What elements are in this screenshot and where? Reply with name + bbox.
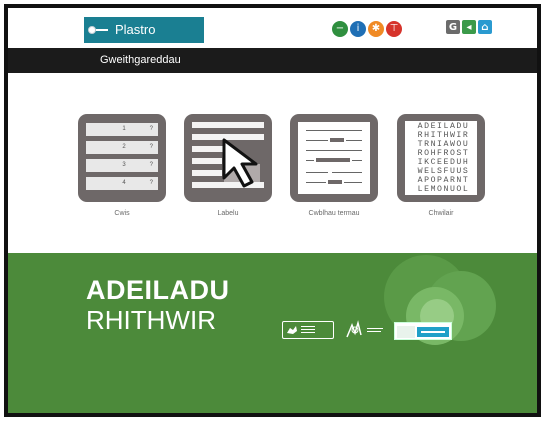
quiz-tile[interactable]: 1? 2? 3? 4? bbox=[78, 114, 166, 202]
label-bar bbox=[192, 170, 222, 176]
dragon-icon bbox=[287, 326, 297, 334]
home-icon[interactable]: ⌂ bbox=[478, 20, 492, 34]
brand-subtitle: RHITHWIR bbox=[86, 305, 216, 335]
cursor-arrow-icon bbox=[222, 138, 258, 188]
welsh-government-logo bbox=[282, 321, 334, 339]
activity-label: Cwblhau termau bbox=[308, 210, 360, 217]
wordsearch-tile[interactable]: ADEILADU RHITHWIR TRNIAWOU ROHFROST IKCEEDUH… bbox=[397, 114, 485, 202]
wordsearch-grid: ADEILADU RHITHWIR TRNIAWOU ROHFROST IKCEEDUH… bbox=[405, 121, 477, 195]
footer-banner: ADEILADU RHITHWIR bbox=[8, 253, 537, 413]
activity-wordsearch[interactable]: ADEILADU RHITHWIR TRNIAWOU ROHFROST IKCEEDUH… bbox=[397, 114, 485, 217]
section-header: Gweithgareddau bbox=[8, 48, 537, 73]
activity-labeling[interactable]: Labelu bbox=[184, 114, 272, 217]
minus-circle-icon[interactable]: − bbox=[332, 21, 348, 37]
funding-partner-logo bbox=[346, 320, 383, 338]
activity-label: Chwilair bbox=[428, 210, 454, 217]
glossary-icon[interactable]: G bbox=[446, 20, 460, 34]
quiz-row: 1? bbox=[86, 123, 158, 136]
labeling-tile[interactable] bbox=[184, 114, 272, 202]
section-title: Gweithgareddau bbox=[100, 54, 181, 66]
settings-circle-icon[interactable]: ✱ bbox=[368, 21, 384, 37]
brand-title: ADEILADU bbox=[86, 275, 230, 305]
cloze-tile[interactable] bbox=[290, 114, 378, 202]
activity-quiz[interactable]: 1? 2? 3? 4? Cwis bbox=[78, 114, 166, 217]
activity-label: Labelu bbox=[217, 210, 239, 217]
breadcrumb-connector bbox=[96, 29, 108, 31]
label-bar bbox=[192, 122, 264, 128]
cynnal-logo bbox=[394, 322, 452, 340]
info-circle-icon[interactable]: i bbox=[350, 21, 366, 37]
quiz-row: 4? bbox=[86, 177, 158, 190]
activity-label: Cwis bbox=[114, 210, 130, 217]
top-bar: Plastro − i ✱ ⊤ G ◂ ⌂ bbox=[8, 8, 537, 48]
activity-cloze[interactable]: Cwblhau termau bbox=[290, 114, 378, 217]
app-frame: Plastro − i ✱ ⊤ G ◂ ⌂ Gweithgareddau 1? … bbox=[4, 4, 541, 417]
quiz-row: 2? bbox=[86, 141, 158, 154]
breadcrumb-node-icon bbox=[88, 26, 96, 34]
back-icon[interactable]: ◂ bbox=[462, 20, 476, 34]
activities-panel: 1? 2? 3? 4? Cwis Labelu Cwblhau termau A… bbox=[8, 73, 537, 261]
cynnal-logo-mark bbox=[397, 326, 449, 338]
tools-circle-icon[interactable]: ⊤ bbox=[386, 21, 402, 37]
cloze-document bbox=[298, 122, 370, 194]
breadcrumb-label: Plastro bbox=[115, 22, 156, 37]
label-bar bbox=[192, 158, 222, 164]
quiz-row: 3? bbox=[86, 159, 158, 172]
